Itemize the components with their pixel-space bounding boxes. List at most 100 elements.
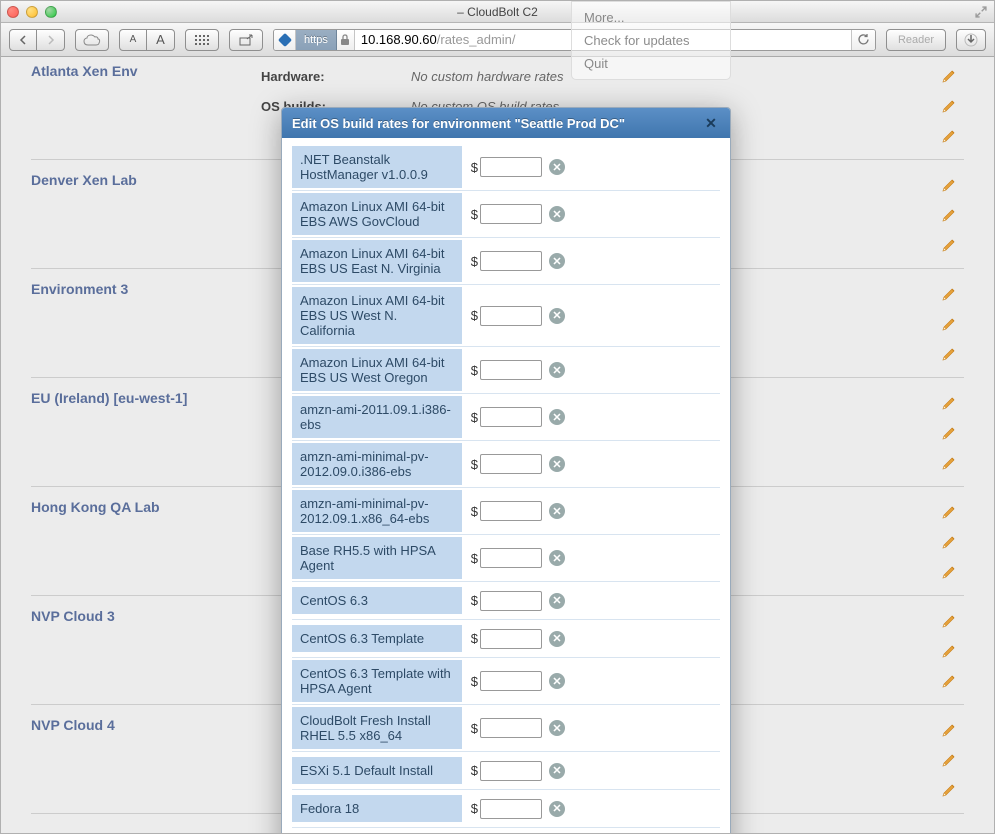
clear-rate-button[interactable]: ✕ xyxy=(549,456,565,472)
fullscreen-icon[interactable] xyxy=(974,5,988,19)
os-rate-input[interactable] xyxy=(480,407,542,427)
edit-app-rates-button[interactable] xyxy=(934,237,964,253)
edit-app-rates-button[interactable] xyxy=(934,346,964,362)
currency-symbol: $ xyxy=(462,551,480,566)
context-menu: More... Check for updates Quit xyxy=(571,1,731,80)
edit-icon xyxy=(941,504,957,520)
os-rate-input[interactable] xyxy=(480,204,542,224)
icloud-button[interactable] xyxy=(75,29,109,51)
clear-rate-button[interactable]: ✕ xyxy=(549,308,565,324)
back-button[interactable] xyxy=(9,29,37,51)
clear-rate-button[interactable]: ✕ xyxy=(549,631,565,647)
edit-os-rates-button[interactable] xyxy=(934,425,964,441)
edit-os-rates-button[interactable] xyxy=(934,752,964,768)
edit-hardware-rates-button[interactable] xyxy=(934,177,964,193)
os-rate-input[interactable] xyxy=(480,718,542,738)
menu-item-more[interactable]: More... xyxy=(572,6,730,29)
clear-rate-button[interactable]: ✕ xyxy=(549,409,565,425)
os-build-name: amzn-ami-minimal-pv-2012.09.1.x86_64-ebs xyxy=(292,490,462,532)
environment-name: NVP Cloud 3 xyxy=(31,606,261,624)
clear-rate-button[interactable]: ✕ xyxy=(549,763,565,779)
os-build-row: Amazon Linux AMI 64-bit EBS US West Oreg… xyxy=(292,347,720,394)
menu-item-updates[interactable]: Check for updates xyxy=(572,29,730,52)
downloads-button[interactable] xyxy=(956,29,986,51)
clear-rate-button[interactable]: ✕ xyxy=(549,206,565,222)
os-rate-input[interactable] xyxy=(480,671,542,691)
os-rate-input[interactable] xyxy=(480,157,542,177)
edit-hardware-rates-button[interactable] xyxy=(934,722,964,738)
grid-button[interactable] xyxy=(185,29,219,51)
edit-icon xyxy=(941,425,957,441)
edit-app-rates-button[interactable] xyxy=(934,455,964,471)
environment-link[interactable]: EU (Ireland) [eu-west-1] xyxy=(31,390,187,406)
clear-rate-button[interactable]: ✕ xyxy=(549,593,565,609)
environment-link[interactable]: Denver Xen Lab xyxy=(31,172,137,188)
edit-hardware-rates-button[interactable] xyxy=(934,395,964,411)
edit-os-rates-button[interactable] xyxy=(934,643,964,659)
currency-symbol: $ xyxy=(462,254,480,269)
dialog-header[interactable]: Edit OS build rates for environment "Sea… xyxy=(282,108,730,138)
edit-os-rates-button[interactable] xyxy=(934,207,964,223)
clear-rate-button[interactable]: ✕ xyxy=(549,673,565,689)
share-button[interactable] xyxy=(229,29,263,51)
edit-icon xyxy=(941,455,957,471)
edit-app-rates-button[interactable] xyxy=(934,128,964,144)
edit-hardware-rates-button[interactable] xyxy=(934,613,964,629)
dialog-close-button[interactable]: ✕ xyxy=(702,114,720,132)
textsize-small-button[interactable]: A xyxy=(119,29,147,51)
os-rate-input[interactable] xyxy=(480,454,542,474)
edit-icon xyxy=(941,98,957,114)
edit-os-rates-button[interactable] xyxy=(934,534,964,550)
os-rate-input[interactable] xyxy=(480,251,542,271)
edit-os-build-rates-dialog: Edit OS build rates for environment "Sea… xyxy=(281,107,731,834)
menu-item-quit[interactable]: Quit xyxy=(572,52,730,75)
os-rate-input[interactable] xyxy=(480,306,542,326)
forward-button[interactable] xyxy=(37,29,65,51)
os-rate-input[interactable] xyxy=(480,591,542,611)
environment-link[interactable]: NVP Cloud 3 xyxy=(31,608,115,624)
environment-link[interactable]: Hong Kong QA Lab xyxy=(31,499,160,515)
url-host: 10.168.90.60 xyxy=(361,32,437,47)
environment-link[interactable]: Environment 3 xyxy=(31,281,128,297)
os-rate-input[interactable] xyxy=(480,360,542,380)
os-build-name: CentOS 6.3 Template xyxy=(292,625,462,652)
edit-app-rates-button[interactable] xyxy=(934,782,964,798)
edit-os-rates-button[interactable] xyxy=(934,316,964,332)
clear-rate-button[interactable]: ✕ xyxy=(549,362,565,378)
textsize-large-button[interactable]: A xyxy=(147,29,175,51)
os-rate-input[interactable] xyxy=(480,761,542,781)
os-build-name: Amazon Linux AMI 64-bit EBS AWS GovCloud xyxy=(292,193,462,235)
clear-rate-button[interactable]: ✕ xyxy=(549,253,565,269)
os-rate-input[interactable] xyxy=(480,548,542,568)
os-build-name: amzn-ami-minimal-pv-2012.09.0.i386-ebs xyxy=(292,443,462,485)
os-rate-input[interactable] xyxy=(480,501,542,521)
os-build-row: ESXi 5.1 Default Install$✕ xyxy=(292,752,720,790)
edit-hardware-rates-button[interactable] xyxy=(934,504,964,520)
environment-name: Environment 3 xyxy=(31,279,261,297)
edit-icon xyxy=(941,722,957,738)
edit-hardware-rates-button[interactable] xyxy=(934,286,964,302)
edit-icon xyxy=(941,237,957,253)
clear-rate-button[interactable]: ✕ xyxy=(549,801,565,817)
clear-rate-button[interactable]: ✕ xyxy=(549,550,565,566)
edit-hardware-rates-button[interactable] xyxy=(934,68,964,84)
os-rate-input[interactable] xyxy=(480,629,542,649)
edit-os-rates-button[interactable] xyxy=(934,98,964,114)
clear-rate-button[interactable]: ✕ xyxy=(549,720,565,736)
clear-rate-button[interactable]: ✕ xyxy=(549,503,565,519)
environment-name: Hong Kong QA Lab xyxy=(31,497,261,515)
os-rate-input[interactable] xyxy=(480,799,542,819)
currency-symbol: $ xyxy=(462,674,480,689)
edit-icon xyxy=(941,395,957,411)
reader-button[interactable]: Reader xyxy=(886,29,946,51)
edit-app-rates-button[interactable] xyxy=(934,564,964,580)
os-build-name: CentOS 6.3 xyxy=(292,587,462,614)
reload-button[interactable] xyxy=(851,30,875,50)
browser-toolbar: A A https 10.168.90.60/rates_admin/ Read… xyxy=(1,23,994,57)
clear-rate-button[interactable]: ✕ xyxy=(549,159,565,175)
environment-link[interactable]: NVP Cloud 4 xyxy=(31,717,115,733)
edit-app-rates-button[interactable] xyxy=(934,673,964,689)
environment-link[interactable]: Atlanta Xen Env xyxy=(31,63,138,79)
currency-symbol: $ xyxy=(462,631,480,646)
os-build-name: CentOS 6.3 Template with HPSA Agent xyxy=(292,660,462,702)
